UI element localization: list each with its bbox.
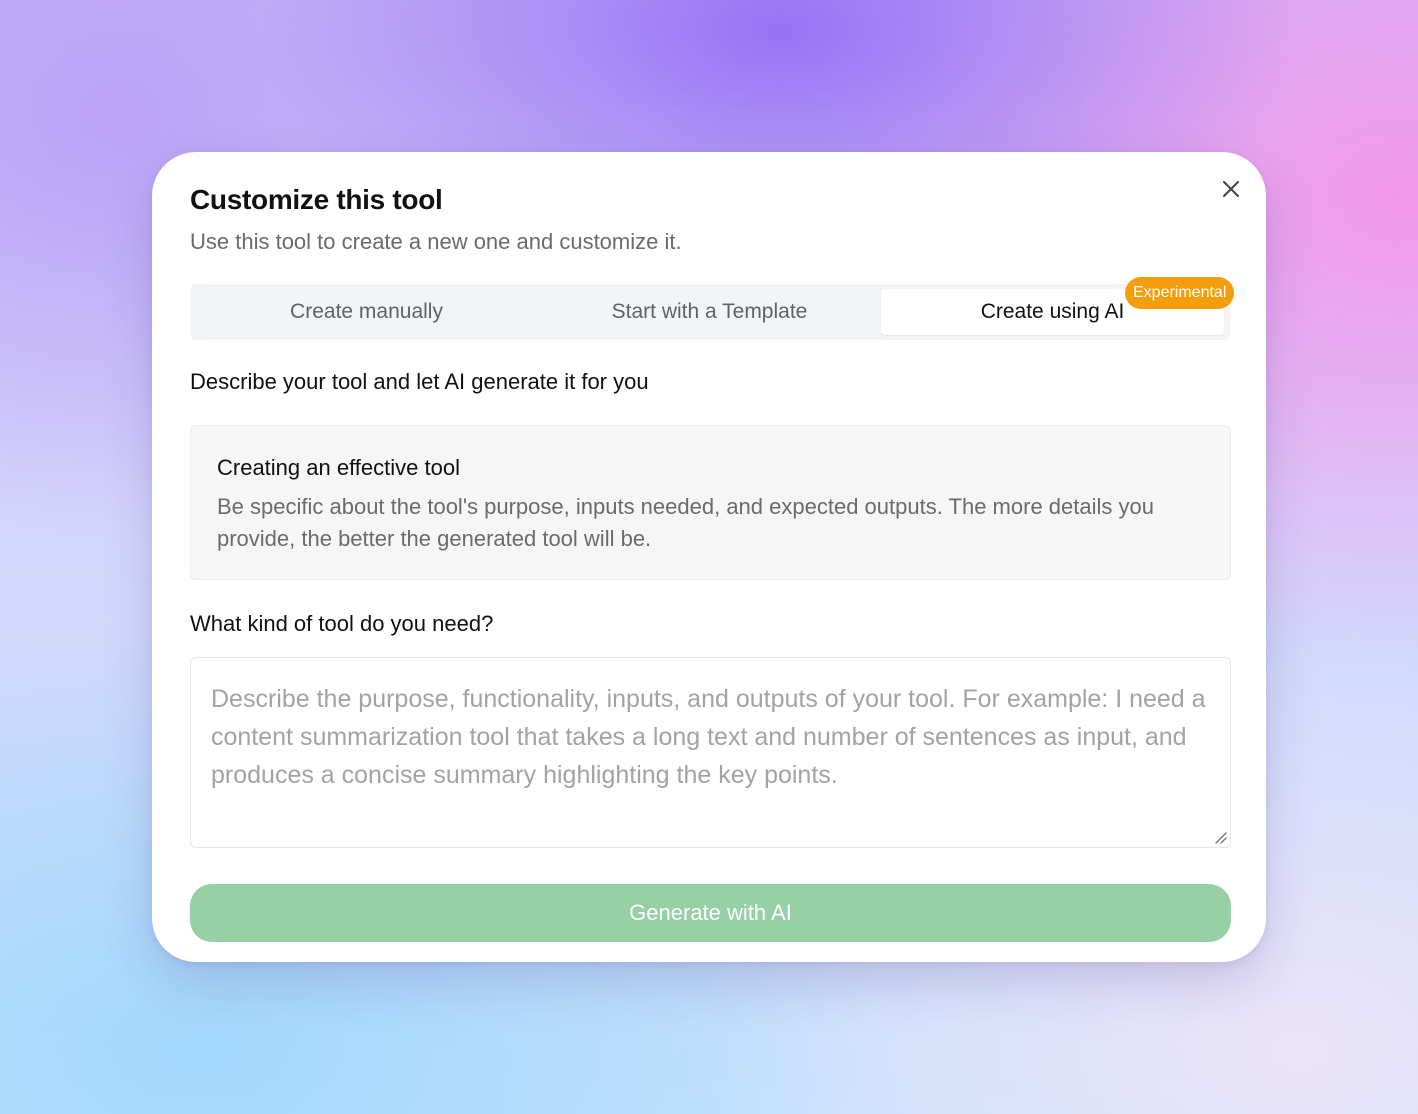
tab-label: Start with a Template — [611, 300, 808, 323]
tab-label: Create using AI — [980, 300, 1125, 323]
generate-with-ai-button[interactable]: Generate with AI — [190, 884, 1231, 942]
close-icon — [1223, 181, 1239, 197]
prompt-label: What kind of tool do you need? — [190, 611, 494, 636]
close-button[interactable] — [1218, 176, 1244, 202]
info-box: Creating an effective tool Be specific a… — [190, 425, 1231, 580]
resize-handle-icon[interactable] — [1213, 830, 1227, 844]
experimental-badge: Experimental — [1125, 277, 1235, 309]
tab-label: Create manually — [290, 300, 443, 323]
customize-tool-dialog: Customize this tool Use this tool to cre… — [152, 152, 1266, 962]
tab-bar: Create manually Start with a Template Cr… — [190, 284, 1230, 340]
tab-create-manually[interactable]: Create manually — [195, 289, 538, 335]
ai-section-heading: Describe your tool and let AI generate i… — [190, 369, 649, 394]
tool-description-input[interactable] — [190, 657, 1231, 848]
dialog-title: Customize this tool — [190, 184, 443, 215]
info-title: Creating an effective tool — [217, 455, 460, 480]
dialog-subtitle: Use this tool to create a new one and cu… — [190, 229, 682, 254]
tab-start-with-template[interactable]: Start with a Template — [538, 289, 881, 335]
info-text: Be specific about the tool's purpose, in… — [217, 494, 1154, 551]
